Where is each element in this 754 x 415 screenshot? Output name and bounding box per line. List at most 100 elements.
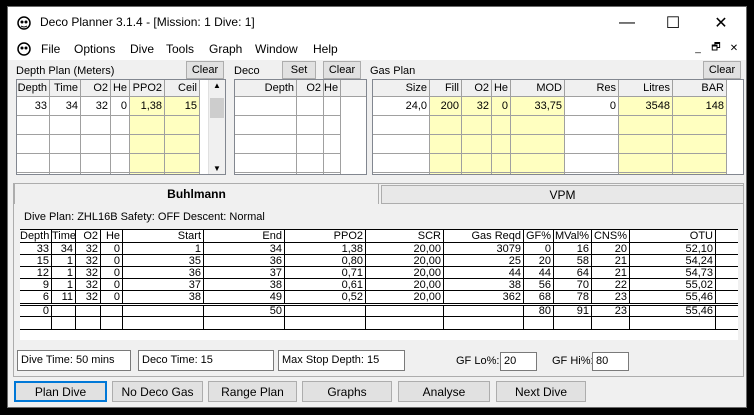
depth-plan-cell[interactable] — [130, 154, 165, 173]
gas-plan-cell[interactable] — [619, 154, 673, 173]
menu-options[interactable]: Options — [74, 42, 115, 56]
gas-plan-cell[interactable]: 0 — [565, 97, 619, 116]
gas-plan-cell[interactable] — [373, 154, 430, 173]
range-plan-button[interactable]: Range Plan — [208, 381, 297, 402]
gas-plan-cell[interactable]: 3548 — [619, 97, 673, 116]
deco-cell[interactable] — [324, 97, 341, 116]
menu-window[interactable]: Window — [255, 42, 298, 56]
depth-plan-cell[interactable] — [111, 116, 130, 135]
gas-plan-cell[interactable] — [373, 173, 430, 174]
gas-plan-cell[interactable] — [511, 116, 565, 135]
scroll-down-icon[interactable]: ▼ — [213, 164, 221, 173]
depth-plan-cell[interactable] — [130, 173, 165, 174]
depth-plan-cell[interactable] — [111, 154, 130, 173]
deco-cell[interactable] — [324, 116, 341, 135]
depth-plan-cell[interactable] — [81, 135, 111, 154]
analyse-button[interactable]: Analyse — [398, 381, 490, 402]
depth-plan-cell[interactable]: 34 — [50, 97, 81, 116]
depth-plan-cell[interactable] — [50, 135, 81, 154]
deco-cell[interactable] — [235, 154, 297, 173]
gas-plan-cell[interactable] — [673, 135, 727, 154]
gas-plan-cell[interactable] — [565, 154, 619, 173]
menu-help[interactable]: Help — [313, 42, 338, 56]
depth-plan-cell[interactable]: 32 — [81, 97, 111, 116]
gas-plan-cell[interactable] — [565, 173, 619, 174]
depth-plan-cell[interactable] — [130, 135, 165, 154]
deco-set-button[interactable]: Set — [282, 61, 316, 79]
depth-plan-cell[interactable] — [111, 135, 130, 154]
gas-plan-cell[interactable] — [511, 135, 565, 154]
gas-plan-cell[interactable]: 33,75 — [511, 97, 565, 116]
depth-plan-cell[interactable] — [165, 116, 200, 135]
deco-cell[interactable] — [297, 173, 324, 174]
gas-plan-cell[interactable] — [673, 173, 727, 174]
deco-cell[interactable] — [324, 173, 341, 174]
depth-plan-clear-button[interactable]: Clear — [186, 61, 224, 79]
mdi-restore-button[interactable]: 🗗 — [708, 41, 724, 56]
scroll-up-icon[interactable]: ▲ — [213, 81, 221, 90]
depth-plan-cell[interactable] — [50, 116, 81, 135]
gas-plan-cell[interactable] — [673, 116, 727, 135]
depth-plan-cell[interactable] — [81, 173, 111, 174]
deco-cell[interactable] — [297, 135, 324, 154]
depth-plan-cell[interactable]: 33 — [17, 97, 50, 116]
gas-plan-cell[interactable] — [430, 154, 462, 173]
gas-plan-cell[interactable] — [619, 173, 673, 174]
deco-cell[interactable] — [297, 97, 324, 116]
deco-clear-button[interactable]: Clear — [323, 61, 361, 79]
gf-hi-input[interactable]: 80 — [592, 352, 629, 371]
depth-plan-cell[interactable] — [81, 116, 111, 135]
gas-plan-cell[interactable] — [430, 116, 462, 135]
gas-plan-cell[interactable] — [492, 154, 511, 173]
gas-plan-cell[interactable] — [565, 135, 619, 154]
depth-plan-cell[interactable] — [165, 173, 200, 174]
maximize-button[interactable]: ☐ — [650, 7, 696, 38]
gas-plan-cell[interactable] — [492, 116, 511, 135]
diver-doc-icon[interactable] — [16, 41, 32, 57]
gas-plan-cell[interactable] — [373, 116, 430, 135]
deco-cell[interactable] — [235, 116, 297, 135]
deco-cell[interactable] — [297, 116, 324, 135]
deco-cell[interactable] — [324, 135, 341, 154]
depth-plan-cell[interactable] — [165, 154, 200, 173]
depth-plan-cell[interactable] — [17, 116, 50, 135]
depth-plan-cell[interactable] — [81, 154, 111, 173]
close-button[interactable]: ✕ — [698, 7, 744, 38]
depth-plan-scrollbar[interactable]: ▲ ▼ — [208, 80, 225, 174]
gf-lo-input[interactable]: 20 — [500, 352, 537, 371]
depth-plan-cell[interactable]: 15 — [165, 97, 200, 116]
depth-plan-cell[interactable] — [50, 154, 81, 173]
minimize-button[interactable]: — — [604, 7, 650, 38]
next-dive-button[interactable]: Next Dive — [496, 381, 586, 402]
depth-plan-cell[interactable] — [130, 116, 165, 135]
gas-plan-cell[interactable] — [619, 135, 673, 154]
deco-cell[interactable] — [324, 154, 341, 173]
depth-plan-cell[interactable]: 1,38 — [130, 97, 165, 116]
gas-plan-cell[interactable]: 148 — [673, 97, 727, 116]
menu-file[interactable]: File — [41, 42, 60, 56]
gas-plan-cell[interactable] — [462, 135, 492, 154]
gas-plan-cell[interactable] — [511, 154, 565, 173]
gas-plan-cell[interactable] — [511, 173, 565, 174]
tab-vpm[interactable]: VPM — [381, 185, 744, 204]
depth-plan-cell[interactable] — [165, 135, 200, 154]
mdi-close-button[interactable]: ✕ — [726, 41, 742, 56]
gas-plan-cell[interactable] — [430, 173, 462, 174]
gas-plan-cell[interactable] — [492, 173, 511, 174]
gas-plan-cell[interactable] — [373, 135, 430, 154]
gas-plan-cell[interactable]: 32 — [462, 97, 492, 116]
gas-plan-cell[interactable] — [462, 173, 492, 174]
deco-cell[interactable] — [235, 173, 297, 174]
deco-cell[interactable] — [297, 154, 324, 173]
gas-plan-cell[interactable]: 24,0 — [373, 97, 430, 116]
gas-plan-cell[interactable] — [673, 154, 727, 173]
gas-plan-cell[interactable] — [492, 135, 511, 154]
plan-dive-button[interactable]: Plan Dive — [14, 381, 107, 402]
graphs-button[interactable]: Graphs — [302, 381, 392, 402]
depth-plan-cell[interactable] — [50, 173, 81, 174]
gas-plan-cell[interactable]: 200 — [430, 97, 462, 116]
depth-plan-cell[interactable] — [111, 173, 130, 174]
depth-plan-cell[interactable] — [17, 173, 50, 174]
menu-dive[interactable]: Dive — [130, 42, 154, 56]
gas-plan-cell[interactable] — [462, 116, 492, 135]
